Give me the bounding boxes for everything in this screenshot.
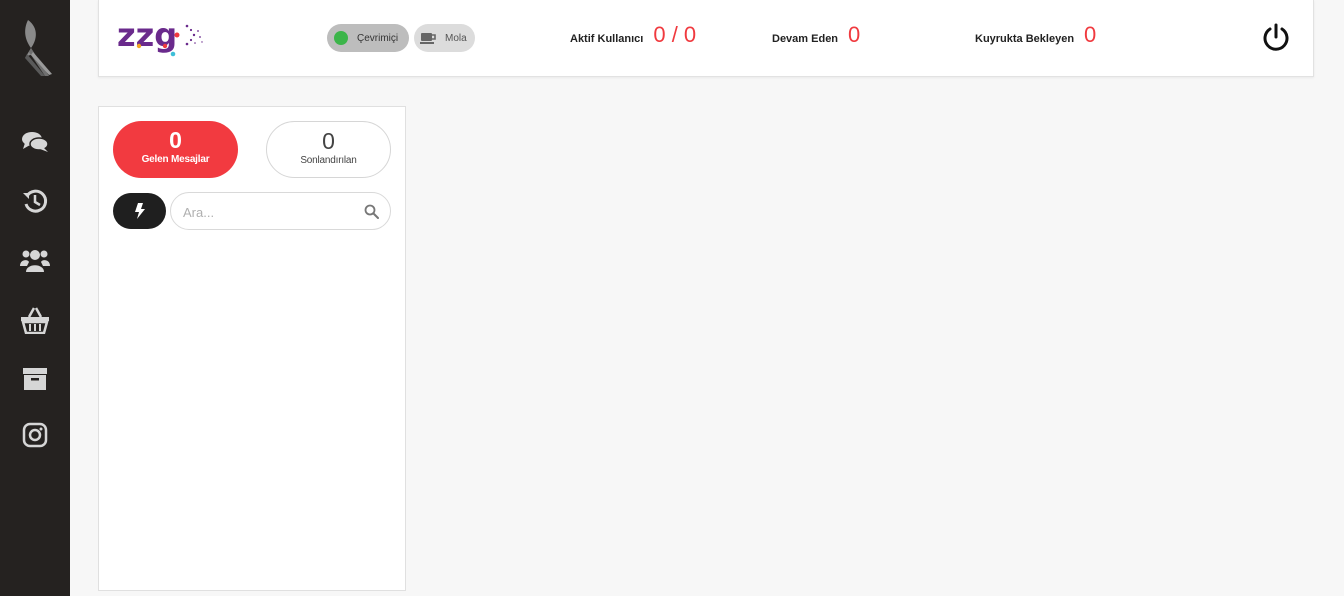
closed-conversations-tab[interactable]: 0 Sonlandırılan xyxy=(266,121,391,178)
status-break-label: Mola xyxy=(445,32,467,44)
closed-conversations-count: 0 xyxy=(322,128,335,154)
sidebar-item-instagram[interactable] xyxy=(20,420,50,450)
stat-active-users-value: 0 / 0 xyxy=(653,22,697,47)
stat-in-progress-value: 0 xyxy=(848,22,861,47)
archive-icon xyxy=(23,368,47,390)
online-dot-icon xyxy=(334,31,348,45)
sidebar-item-users[interactable] xyxy=(20,245,50,275)
sidebar-item-basket[interactable] xyxy=(20,305,50,335)
search-box xyxy=(170,192,391,230)
status-online-toggle[interactable]: Çevrimiçi xyxy=(327,24,409,52)
stat-queue-label: Kuyrukta Bekleyen xyxy=(975,33,1075,45)
sidebar-item-history[interactable] xyxy=(20,186,50,216)
sidebar-item-archive[interactable] xyxy=(20,364,50,394)
search-icon[interactable] xyxy=(364,204,379,219)
stat-queue: Kuyrukta Bekleyen 0 xyxy=(975,22,1096,48)
top-bar: zzg Çevrimiçi Mola Aktif Kullanıcı 0 / 0 xyxy=(98,0,1314,77)
incoming-messages-label: Gelen Mesajlar xyxy=(141,154,210,165)
lightning-icon xyxy=(134,203,145,219)
sidebar xyxy=(0,0,70,596)
instagram-icon xyxy=(22,422,48,448)
incoming-messages-count: 0 xyxy=(169,127,182,153)
stat-in-progress-label: Devam Eden xyxy=(772,33,839,45)
svg-text:zzg: zzg xyxy=(117,16,177,54)
brand-logo: zzg xyxy=(117,16,203,57)
conversation-panel: 0 Gelen Mesajlar 0 Sonlandırılan xyxy=(98,106,406,591)
app-logo-icon xyxy=(25,20,52,76)
search-input[interactable] xyxy=(181,201,355,223)
stat-queue-value: 0 xyxy=(1084,22,1097,47)
incoming-messages-tab[interactable]: 0 Gelen Mesajlar xyxy=(113,121,238,178)
stat-active-users: Aktif Kullanıcı 0 / 0 xyxy=(570,22,696,48)
quick-action-button[interactable] xyxy=(113,193,166,229)
chat-icon xyxy=(22,132,49,152)
history-icon xyxy=(23,189,48,213)
stat-active-users-label: Aktif Kullanıcı xyxy=(570,33,644,45)
status-break-toggle[interactable]: Mola xyxy=(414,24,475,52)
stat-in-progress: Devam Eden 0 xyxy=(772,22,860,48)
basket-icon xyxy=(21,307,49,334)
power-icon xyxy=(1263,23,1289,51)
logout-button[interactable] xyxy=(1261,22,1291,52)
sidebar-item-chats[interactable] xyxy=(20,127,50,157)
users-icon xyxy=(20,250,50,272)
coffee-cup-icon xyxy=(420,31,438,45)
closed-conversations-label: Sonlandırılan xyxy=(300,155,357,166)
status-online-label: Çevrimiçi xyxy=(357,32,399,44)
